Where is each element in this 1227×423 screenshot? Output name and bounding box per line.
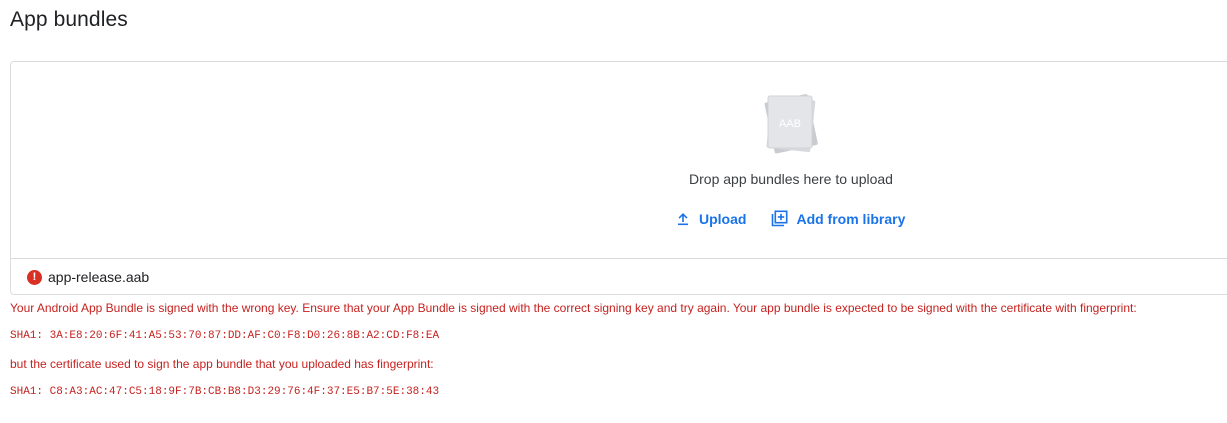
- error-icon: !: [27, 269, 42, 285]
- error-message: Your Android App Bundle is signed with t…: [10, 301, 1137, 315]
- upload-card: AAB Drop app bundles here to upload Uplo…: [10, 61, 1227, 295]
- uploaded-fingerprint-intro: but the certificate used to sign the app…: [10, 357, 434, 371]
- add-from-library-button[interactable]: Add from library: [771, 208, 905, 229]
- upload-button[interactable]: Upload: [675, 209, 746, 229]
- add-from-library-label: Add from library: [796, 210, 906, 227]
- page-title: App bundles: [10, 8, 128, 31]
- aab-icon-label: AAB: [779, 118, 801, 130]
- library-add-icon: [772, 210, 788, 227]
- drop-instructions: Drop app bundles here to upload: [689, 171, 893, 187]
- uploaded-fingerprint: SHA1: C8:A3:AC:47:C5:18:9F:7B:CB:B8:D3:2…: [10, 386, 440, 398]
- aab-file-icon: AAB: [759, 90, 821, 156]
- upload-button-label: Upload: [699, 210, 747, 227]
- upload-actions: Upload Add from library: [675, 208, 905, 229]
- file-name: app-release.aab: [48, 269, 150, 285]
- expected-fingerprint: SHA1: 3A:E8:20:6F:41:A5:53:70:87:DD:AF:C…: [10, 330, 440, 342]
- upload-icon: [678, 212, 688, 225]
- dropzone[interactable]: AAB Drop app bundles here to upload Uplo…: [11, 62, 1227, 259]
- uploaded-file-row: ! app-release.aab: [11, 259, 1227, 295]
